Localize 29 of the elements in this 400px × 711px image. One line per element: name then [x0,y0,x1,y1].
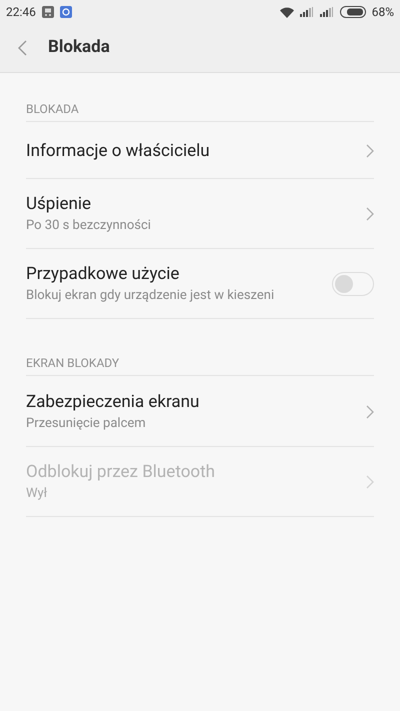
settings-row[interactable]: Informacje o właścicielu [26,123,374,179]
battery-icon [340,6,366,18]
row-title: Odblokuj przez Bluetooth [26,460,216,482]
toggle-switch[interactable] [332,272,374,296]
row-title: Informacje o właścicielu [26,140,210,162]
row-subtitle: Blokuj ekran gdy urządzenie jest w kieszeni [26,286,274,304]
signal-icon [300,7,314,17]
sync-icon [60,6,72,18]
row-title: Przypadkowe użycie [26,262,180,284]
chevron-right-icon [366,206,374,220]
chevron-right-icon [366,474,374,488]
toggle-thumb [335,274,353,292]
row-subtitle: Wył [26,484,48,502]
section-header: EKRAN BLOKADY [26,355,374,376]
row-subtitle: Po 30 s bezczynności [26,216,151,234]
status-time: 22:46 [6,4,36,21]
wifi-icon [280,6,294,18]
settings-row[interactable]: Zabezpieczenia ekranu Przesunięcie palcem [26,377,374,447]
row-title: Zabezpieczenia ekranu [26,390,200,412]
row-title: Uśpienie [26,192,92,214]
settings-row[interactable]: Uśpienie Po 30 s bezczynności [26,179,374,249]
battery-percent: 68% [372,4,394,21]
settings-row[interactable]: Przypadkowe użycie Blokuj ekran gdy urządzenie jest w kieszeni [26,249,374,319]
signal-icon [320,7,334,17]
chevron-right-icon [366,404,374,418]
row-subtitle: Przesunięcie palcem [26,414,147,432]
section-header: BLOKADA [26,101,374,122]
chevron-right-icon [366,144,374,158]
page-title: Blokada [48,36,110,60]
